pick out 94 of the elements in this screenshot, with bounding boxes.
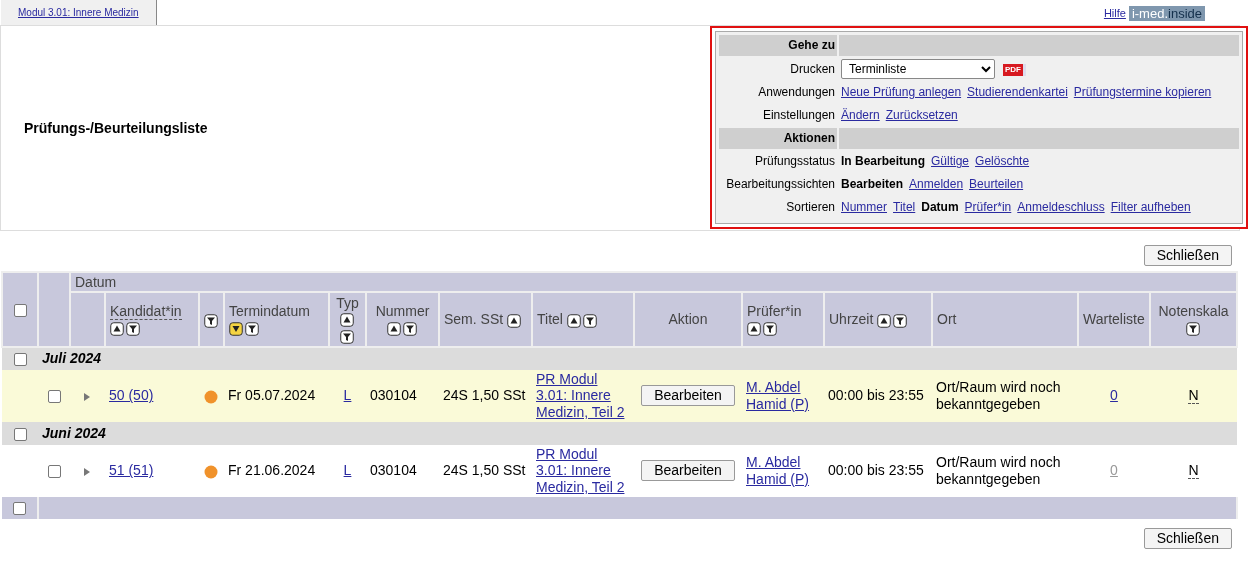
option-link[interactable]: Studierendenkartei [967, 85, 1068, 100]
option-label: Drucken [789, 60, 836, 78]
group-label: Juli 2024 [42, 350, 102, 367]
option-link[interactable]: Prüfungstermine kopieren [1073, 85, 1212, 100]
option-label: Einstellungen [761, 107, 836, 125]
filter-icon[interactable] [126, 321, 140, 336]
option-link[interactable]: Ändern [841, 108, 880, 123]
page-title: Prüfungs-/Beurteilungsliste [23, 119, 208, 137]
option-link[interactable]: Titel [893, 200, 916, 215]
column-header: Nummer [375, 303, 430, 320]
logo: i-med.inside [1128, 6, 1205, 21]
select-all-checkbox[interactable] [13, 304, 27, 318]
sort-down-icon[interactable] [229, 321, 243, 336]
grade-scale: N [1188, 462, 1199, 480]
group-checkbox[interactable] [13, 353, 27, 367]
option-link[interactable]: Zurücksetzen [885, 108, 958, 123]
filter-icon[interactable] [1185, 321, 1200, 336]
close-button[interactable]: Schließen [1143, 245, 1232, 266]
title-link[interactable]: PR Modul 3.01: Innere Medizin, Teil 2 [536, 445, 630, 497]
help-link[interactable]: Hilfe [1103, 6, 1126, 21]
expand-icon[interactable] [82, 466, 91, 477]
column-header: Aktion [668, 311, 708, 328]
filter-icon[interactable] [402, 321, 417, 336]
column-header: Typ [336, 295, 359, 312]
filter-icon[interactable] [204, 313, 218, 328]
sort-up-icon[interactable] [110, 321, 124, 336]
option-link[interactable]: Neue Prüfung anlegen [841, 85, 962, 100]
time-cell: 00:00 bis 23:55 [828, 462, 924, 479]
section-heading: Aktionen [719, 128, 837, 149]
column-header: Sem. SSt [444, 311, 504, 328]
examiner-link[interactable]: M. Abdel Hamid (P) [746, 454, 820, 488]
group-header: Datum [75, 273, 117, 290]
sort-up-icon[interactable] [386, 321, 401, 336]
waitlist-link[interactable]: 0 [1110, 387, 1118, 404]
filter-icon[interactable] [245, 321, 259, 336]
active-tab[interactable]: Modul 3.01: Innere Medizin [1, 0, 157, 25]
column-header: Ort [937, 311, 957, 328]
type-link[interactable]: L [343, 387, 352, 404]
semester-cell: 24S 1,50 SSt [443, 462, 526, 479]
footer-checkbox[interactable] [13, 502, 26, 516]
number-cell: 030104 [370, 387, 417, 404]
pdf-button[interactable]: PDF [1003, 64, 1026, 76]
expand-icon[interactable] [82, 391, 91, 402]
column-header: Kandidat*in [110, 303, 182, 321]
edit-button[interactable]: Bearbeiten [641, 460, 735, 482]
sort-up-icon[interactable] [507, 313, 522, 328]
option-label: Bearbeitungssichten [725, 176, 836, 194]
option-label: Prüfungsstatus [753, 153, 836, 171]
time-cell: 00:00 bis 23:55 [828, 387, 924, 404]
grade-scale: N [1188, 387, 1199, 405]
sort-up-icon[interactable] [566, 313, 581, 328]
group-checkbox[interactable] [13, 427, 27, 441]
column-header: Notenskala [1158, 303, 1229, 320]
column-header: Warteliste [1083, 311, 1145, 328]
candidates-link[interactable]: 51 (51) [109, 462, 154, 479]
semester-cell: 24S 1,50 SSt [443, 387, 526, 404]
row-checkbox[interactable] [47, 390, 61, 404]
location-cell-text: Ort/Raum wird noch bekanntgegeben [936, 454, 1062, 488]
number-cell: 030104 [370, 462, 417, 479]
print-select[interactable]: Terminliste [841, 59, 995, 79]
close-button[interactable]: Schließen [1143, 527, 1232, 549]
location-cell-text: Ort/Raum wird noch bekanntgegeben [936, 379, 1062, 413]
filter-icon[interactable] [763, 321, 777, 336]
option-link[interactable]: Anmelden [909, 177, 964, 192]
option-link[interactable]: Gültige [931, 154, 970, 169]
section-heading: Gehe zu [719, 35, 837, 56]
date-cell: Fr 05.07.2024 [228, 387, 316, 404]
sort-up-icon[interactable] [747, 321, 761, 336]
filter-icon[interactable] [582, 313, 597, 328]
option-link[interactable]: Prüfer*in [964, 200, 1012, 215]
option-link[interactable]: Nummer [841, 200, 887, 215]
option-label: Sortieren [785, 199, 836, 217]
option-link[interactable]: Beurteilen [969, 177, 1024, 192]
group-label: Juni 2024 [42, 425, 106, 441]
sort-up-icon[interactable] [339, 313, 354, 328]
current-option: Datum [921, 200, 959, 215]
row-checkbox[interactable] [47, 465, 61, 479]
date-cell: Fr 21.06.2024 [228, 462, 316, 479]
option-link[interactable]: Filter aufheben [1110, 200, 1191, 215]
sort-up-icon[interactable] [877, 313, 892, 328]
current-option: Bearbeiten [841, 177, 904, 192]
column-header: Termindatum [229, 303, 310, 320]
option-link[interactable]: Anmeldeschluss [1017, 200, 1105, 215]
column-header: Prüfer*in [747, 303, 802, 320]
filter-icon[interactable] [893, 313, 908, 328]
candidates-link[interactable]: 50 (50) [109, 387, 154, 404]
column-header: Titel [537, 311, 563, 328]
current-option: In Bearbeitung [841, 154, 925, 169]
option-label: Anwendungen [757, 84, 836, 102]
column-header: Uhrzeit [829, 311, 874, 328]
filter-icon[interactable] [339, 329, 354, 344]
option-link[interactable]: Gelöschte [975, 154, 1030, 169]
type-link[interactable]: L [343, 462, 352, 479]
edit-button[interactable]: Bearbeiten [641, 385, 735, 407]
